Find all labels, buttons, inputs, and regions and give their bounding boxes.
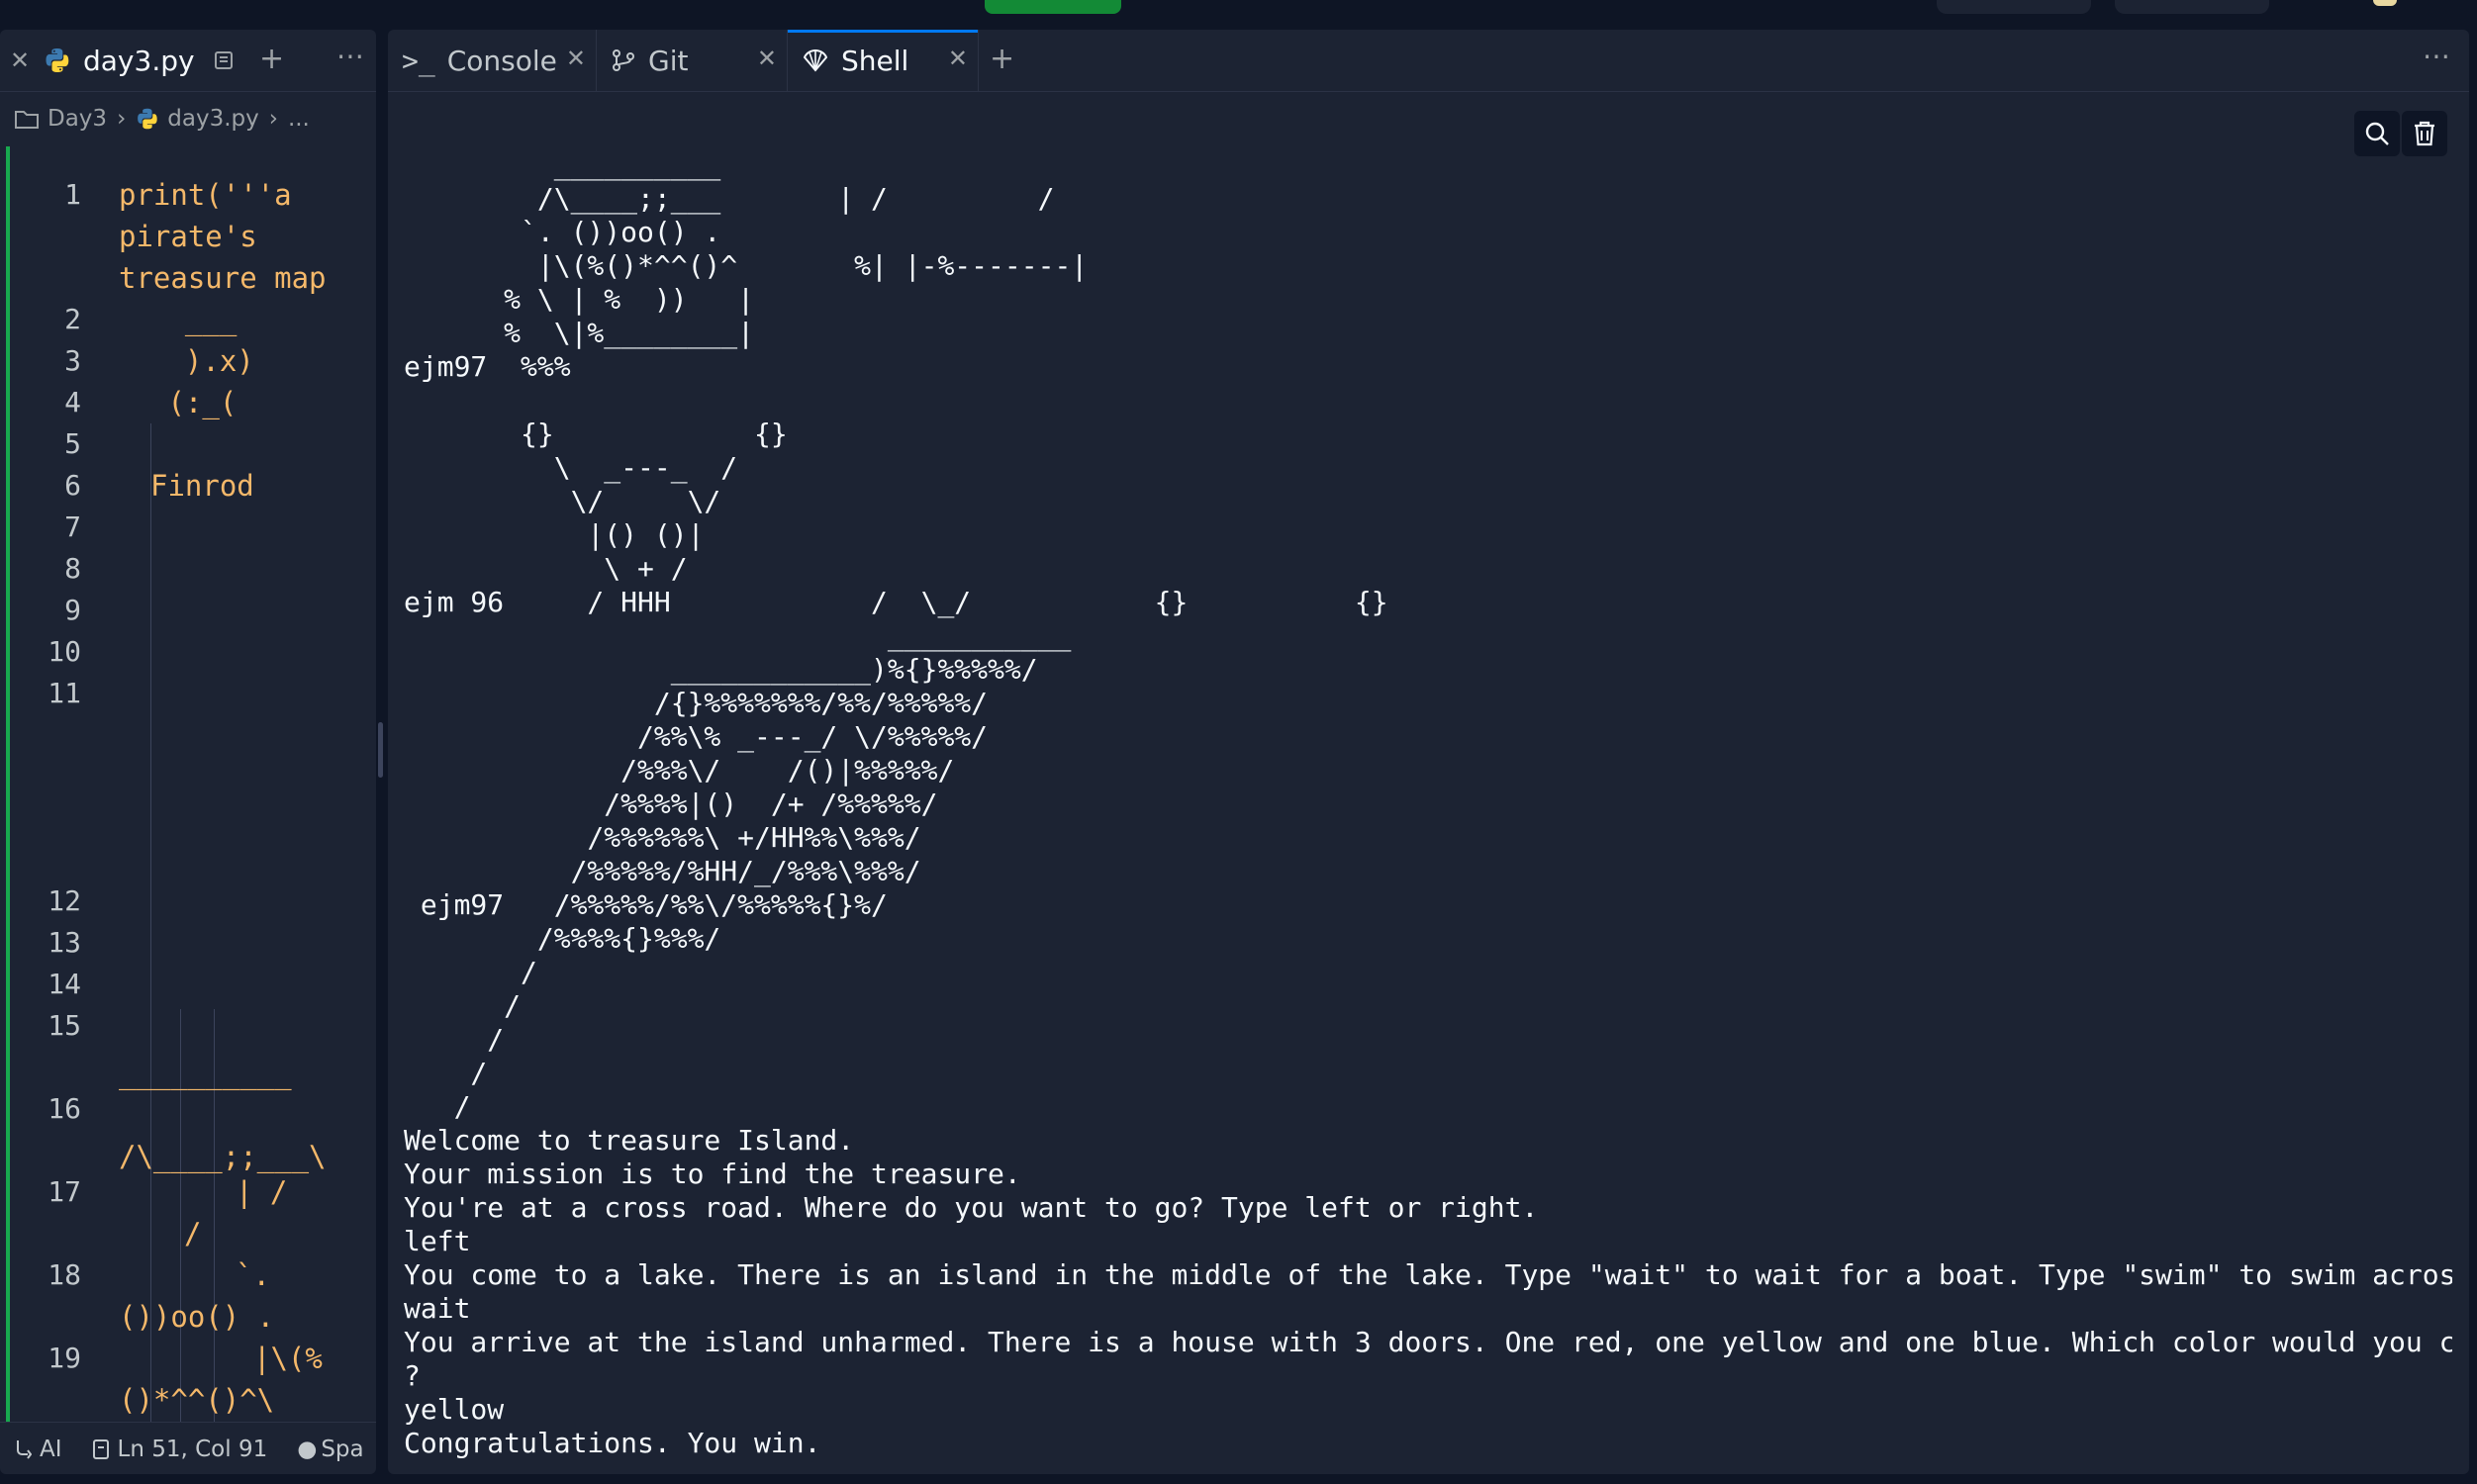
cursor-position-label: Ln 51, Col 91	[117, 1436, 268, 1462]
editor-pane: ✕ day3.py + ⋯ Day3 › day3.py › ... 1 2 3…	[0, 30, 376, 1474]
header-button[interactable]	[2115, 0, 2269, 14]
tab-shell[interactable]: Shell ✕	[788, 30, 978, 91]
git-branch-icon	[613, 49, 634, 71]
shell-output[interactable]: __________ /\____;;___ | / / `. ())oo() …	[404, 148, 2452, 1460]
folder-icon	[15, 111, 39, 129]
document-icon[interactable]	[213, 49, 235, 71]
indentation-label: Spa	[321, 1436, 364, 1462]
line-number: 10	[48, 635, 81, 668]
line-number: 8	[64, 552, 81, 585]
search-icon	[2365, 122, 2389, 145]
line-number: 12	[48, 884, 81, 917]
document-icon	[92, 1438, 109, 1459]
line-number: 16	[48, 1092, 81, 1125]
prompt-icon: >_	[402, 44, 435, 77]
tab-divider	[978, 30, 979, 91]
line-number: 19	[48, 1342, 81, 1374]
file-tab[interactable]: day3.py	[44, 30, 235, 91]
code-line: | /	[236, 1175, 288, 1209]
editor-status-bar: AI Ln 51, Col 91 ● Spa	[0, 1422, 376, 1474]
breadcrumb-folder[interactable]: Day3	[48, 106, 107, 132]
code-line: (:_(	[150, 386, 238, 419]
code-line: |\(%	[253, 1342, 323, 1375]
close-icon[interactable]: ✕	[10, 46, 30, 74]
ai-label: AI	[40, 1436, 62, 1462]
python-icon	[138, 108, 157, 130]
close-icon[interactable]: ✕	[757, 45, 777, 72]
line-number: 9	[64, 594, 81, 626]
line-number: 3	[64, 344, 81, 377]
add-tab-icon[interactable]: +	[990, 42, 1014, 76]
more-options-icon[interactable]: ⋯	[336, 40, 365, 72]
code-line: /\____;;___\	[119, 1140, 327, 1173]
ai-status[interactable]: AI	[14, 1437, 62, 1462]
tab-console[interactable]: >_ Console ✕	[388, 30, 596, 91]
line-number: 2	[64, 303, 81, 335]
breadcrumb-file[interactable]: day3.py	[167, 106, 258, 132]
code-editor[interactable]: 1 2 3 4 5 6 7 8 9 10 11 12 13 14 15 16 1…	[0, 146, 376, 1423]
code-line: Finrod	[150, 469, 254, 503]
avatar[interactable]	[2373, 0, 2397, 6]
ai-icon	[17, 1439, 32, 1459]
code-line: ()*^^()^\	[119, 1383, 275, 1417]
editor-tab-bar: ✕ day3.py + ⋯	[0, 30, 376, 92]
code-line: treasure map	[119, 261, 327, 295]
code-line: ___	[150, 303, 238, 336]
line-number: 4	[64, 386, 81, 418]
close-icon[interactable]: ✕	[566, 45, 586, 72]
tab-label: Git	[648, 44, 689, 77]
pane-resize-handle[interactable]	[378, 722, 383, 778]
close-icon[interactable]: ✕	[948, 45, 968, 72]
breadcrumb-more[interactable]: ...	[288, 106, 310, 132]
code-line: print('''a	[119, 178, 292, 212]
line-number: 6	[64, 469, 81, 502]
line-number: 11	[48, 677, 81, 709]
code-line: pirate's	[119, 220, 257, 253]
dot-icon: ●	[297, 1436, 318, 1462]
console-tab-bar: >_ Console ✕ Git ✕ Shell ✕ + ⋯	[388, 30, 2469, 92]
code-line: `.	[236, 1258, 270, 1292]
cursor-position[interactable]: Ln 51, Col 91	[92, 1436, 268, 1462]
breadcrumb: Day3 › day3.py › ...	[0, 92, 376, 145]
line-number: 13	[48, 926, 81, 959]
indent-guide	[150, 423, 151, 1423]
run-button[interactable]	[985, 0, 1121, 14]
modified-indicator	[6, 146, 10, 1423]
chevron-right-icon: ›	[268, 106, 278, 132]
tab-label: Shell	[841, 44, 909, 77]
code-line: ())oo() .	[119, 1300, 275, 1334]
tab-label: Console	[446, 44, 557, 77]
line-number: 5	[64, 427, 81, 460]
tab-git[interactable]: Git ✕	[597, 30, 787, 91]
file-tab-label: day3.py	[83, 44, 195, 77]
line-number: 14	[48, 968, 81, 1000]
line-number: 18	[48, 1258, 81, 1291]
header-button[interactable]	[1937, 0, 2091, 14]
code-line: __________	[119, 1057, 292, 1090]
trash-icon	[2415, 121, 2434, 146]
console-pane: >_ Console ✕ Git ✕ Shell ✕ + ⋯ _________…	[388, 30, 2469, 1474]
top-bar	[0, 0, 2477, 28]
chevron-right-icon: ›	[117, 106, 127, 132]
more-options-icon[interactable]: ⋯	[2423, 40, 2450, 72]
line-number: 17	[48, 1175, 81, 1208]
shell-icon	[803, 48, 828, 72]
line-number: 1	[64, 178, 81, 211]
add-tab-icon[interactable]: +	[259, 42, 284, 76]
indentation-status[interactable]: ● Spa	[297, 1437, 363, 1462]
code-line: /	[184, 1217, 202, 1251]
line-number: 15	[48, 1009, 81, 1042]
code-line: ).x)	[150, 344, 254, 378]
line-number: 7	[64, 510, 81, 543]
python-icon	[46, 48, 69, 72]
